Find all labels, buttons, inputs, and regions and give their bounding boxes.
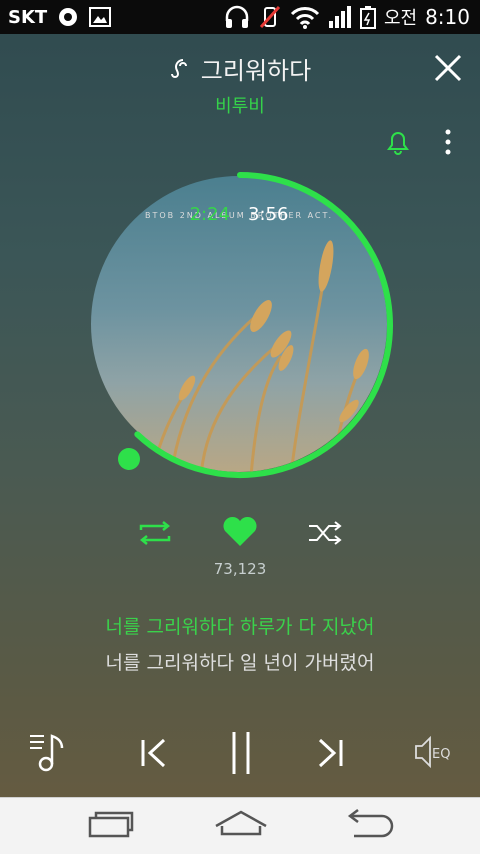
playlist-icon[interactable] — [28, 732, 68, 772]
recent-apps-icon[interactable] — [86, 808, 136, 842]
title-row: 그리워하다 — [0, 50, 480, 86]
sync-icon — [57, 6, 79, 28]
progress-ring[interactable] — [85, 170, 395, 480]
vibrate-off-icon — [258, 5, 282, 29]
progress-handle[interactable] — [118, 448, 140, 470]
next-icon[interactable] — [316, 738, 344, 768]
ear-listen-icon[interactable] — [169, 56, 193, 80]
album-art-progress[interactable]: BTOB 2ND ALBUM BROTHER ACT. 2:24 3:56 — [85, 170, 395, 480]
status-bar: SKT 오전 8:10 — [0, 0, 480, 34]
song-title: 그리워하다 — [200, 56, 312, 85]
more-options-icon[interactable] — [440, 126, 456, 158]
lyric-next[interactable]: 너를 그리워하다 일 년이 가버렸어 — [0, 648, 480, 675]
back-icon[interactable] — [344, 808, 396, 842]
artist-name[interactable]: 비투비 — [0, 92, 480, 118]
pause-icon[interactable] — [228, 730, 254, 776]
shuffle-icon[interactable] — [307, 520, 343, 546]
ampm-label: 오전 — [383, 8, 418, 29]
home-icon[interactable] — [214, 808, 268, 842]
player-controls: EQ — [0, 722, 480, 782]
wifi-icon — [290, 5, 320, 29]
previous-icon[interactable] — [140, 738, 168, 768]
lyric-current[interactable]: 너를 그리워하다 하루가 다 지났어 — [0, 612, 480, 639]
svg-text:EQ: EQ — [432, 747, 450, 762]
android-nav-bar — [0, 797, 480, 854]
close-icon[interactable] — [432, 52, 464, 84]
signal-icon — [328, 5, 352, 29]
gallery-icon — [89, 7, 112, 27]
like-count: 73,123 — [213, 560, 267, 578]
battery-icon — [359, 5, 376, 29]
headphones-icon — [224, 5, 250, 29]
equalizer-icon[interactable]: EQ — [414, 734, 458, 770]
carrier-label: SKT — [8, 6, 48, 28]
clock: 8:10 — [425, 5, 470, 29]
heart-icon[interactable] — [222, 516, 258, 548]
repeat-icon[interactable] — [137, 520, 173, 546]
bell-icon[interactable] — [385, 128, 411, 156]
